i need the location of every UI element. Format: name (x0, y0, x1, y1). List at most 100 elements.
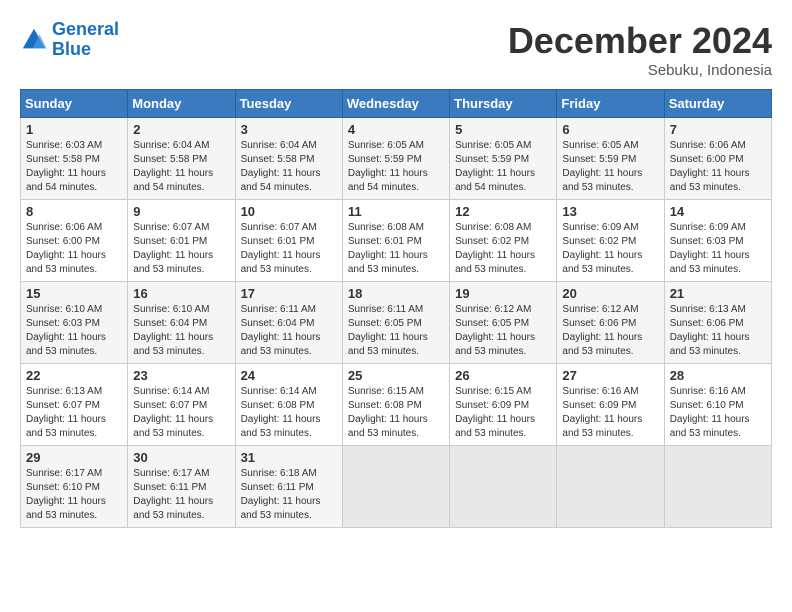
day-content: Sunrise: 6:17 AM Sunset: 6:10 PM Dayligh… (26, 467, 122, 523)
calendar-cell: 7 Sunrise: 6:06 AM Sunset: 6:00 PM Daylig… (664, 118, 771, 200)
day-content: Sunrise: 6:14 AM Sunset: 6:08 PM Dayligh… (241, 385, 337, 441)
day-content: Sunrise: 6:16 AM Sunset: 6:09 PM Dayligh… (562, 385, 658, 441)
calendar-cell (342, 446, 449, 528)
header-tuesday: Tuesday (235, 90, 342, 118)
day-number: 4 (348, 122, 444, 137)
calendar-cell: 16Sunrise: 6:10 AM Sunset: 6:04 PM Dayli… (128, 282, 235, 364)
calendar-cell (450, 446, 557, 528)
calendar-cell: 6 Sunrise: 6:05 AM Sunset: 5:59 PM Daylig… (557, 118, 664, 200)
calendar-cell: 26 Sunrise: 6:15 AM Sunset: 6:09 PM Dayli… (450, 364, 557, 446)
day-number: 2 (133, 122, 229, 137)
day-content: Sunrise: 6:12 AM Sunset: 6:05 PM Dayligh… (455, 303, 551, 359)
day-number: 25 (348, 368, 444, 383)
day-number: 5 (455, 122, 551, 137)
calendar-cell: 10 Sunrise: 6:07 AM Sunset: 6:01 PM Dayli… (235, 200, 342, 282)
calendar-cell: 21 Sunrise: 6:13 AM Sunset: 6:06 PM Dayli… (664, 282, 771, 364)
day-content: Sunrise: 6:05 AM Sunset: 5:59 PM Dayligh… (348, 139, 444, 195)
calendar-cell: 13 Sunrise: 6:09 AM Sunset: 6:02 PM Dayli… (557, 200, 664, 282)
calendar-cell: 29 Sunrise: 6:17 AM Sunset: 6:10 PM Dayli… (21, 446, 128, 528)
day-content: Sunrise: 6:11 AM Sunset: 6:04 PM Dayligh… (241, 303, 337, 359)
day-content: Sunrise: 6:07 AM Sunset: 6:01 PM Dayligh… (241, 221, 337, 277)
day-content: Sunrise: 6:07 AM Sunset: 6:01 PM Dayligh… (133, 221, 229, 277)
day-content: Sunrise: 6:05 AM Sunset: 5:59 PM Dayligh… (562, 139, 658, 195)
calendar-cell: 31Sunrise: 6:18 AM Sunset: 6:11 PM Dayli… (235, 446, 342, 528)
calendar-cell: 12 Sunrise: 6:08 AM Sunset: 6:02 PM Dayli… (450, 200, 557, 282)
day-content: Sunrise: 6:05 AM Sunset: 5:59 PM Dayligh… (455, 139, 551, 195)
day-content: Sunrise: 6:08 AM Sunset: 6:01 PM Dayligh… (348, 221, 444, 277)
day-content: Sunrise: 6:06 AM Sunset: 6:00 PM Dayligh… (26, 221, 122, 277)
calendar-cell (664, 446, 771, 528)
logo-text: General Blue (52, 20, 119, 60)
day-number: 16 (133, 286, 229, 301)
day-number: 9 (133, 204, 229, 219)
day-number: 10 (241, 204, 337, 219)
day-content: Sunrise: 6:15 AM Sunset: 6:08 PM Dayligh… (348, 385, 444, 441)
calendar-cell: 5 Sunrise: 6:05 AM Sunset: 5:59 PM Daylig… (450, 118, 557, 200)
day-content: Sunrise: 6:04 AM Sunset: 5:58 PM Dayligh… (241, 139, 337, 195)
day-number: 15 (26, 286, 122, 301)
calendar-cell: 23Sunrise: 6:14 AM Sunset: 6:07 PM Dayli… (128, 364, 235, 446)
day-content: Sunrise: 6:08 AM Sunset: 6:02 PM Dayligh… (455, 221, 551, 277)
day-number: 31 (241, 450, 337, 465)
calendar-week-1: 1Sunrise: 6:03 AM Sunset: 5:58 PM Daylig… (21, 118, 772, 200)
day-content: Sunrise: 6:17 AM Sunset: 6:11 PM Dayligh… (133, 467, 229, 523)
calendar-cell: 8Sunrise: 6:06 AM Sunset: 6:00 PM Daylig… (21, 200, 128, 282)
day-number: 21 (670, 286, 766, 301)
day-number: 18 (348, 286, 444, 301)
day-number: 11 (348, 204, 444, 219)
day-content: Sunrise: 6:12 AM Sunset: 6:06 PM Dayligh… (562, 303, 658, 359)
day-number: 28 (670, 368, 766, 383)
calendar-cell: 19 Sunrise: 6:12 AM Sunset: 6:05 PM Dayli… (450, 282, 557, 364)
calendar-cell: 11 Sunrise: 6:08 AM Sunset: 6:01 PM Dayli… (342, 200, 449, 282)
day-number: 30 (133, 450, 229, 465)
day-content: Sunrise: 6:11 AM Sunset: 6:05 PM Dayligh… (348, 303, 444, 359)
day-number: 24 (241, 368, 337, 383)
day-number: 6 (562, 122, 658, 137)
day-number: 29 (26, 450, 122, 465)
calendar-table: SundayMondayTuesdayWednesdayThursdayFrid… (20, 89, 772, 528)
calendar-week-4: 22Sunrise: 6:13 AM Sunset: 6:07 PM Dayli… (21, 364, 772, 446)
day-number: 26 (455, 368, 551, 383)
day-content: Sunrise: 6:04 AM Sunset: 5:58 PM Dayligh… (133, 139, 229, 195)
calendar-cell: 27 Sunrise: 6:16 AM Sunset: 6:09 PM Dayli… (557, 364, 664, 446)
day-content: Sunrise: 6:15 AM Sunset: 6:09 PM Dayligh… (455, 385, 551, 441)
day-number: 27 (562, 368, 658, 383)
day-number: 12 (455, 204, 551, 219)
day-number: 13 (562, 204, 658, 219)
header-saturday: Saturday (664, 90, 771, 118)
day-number: 7 (670, 122, 766, 137)
day-number: 1 (26, 122, 122, 137)
header-sunday: Sunday (21, 90, 128, 118)
calendar-week-2: 8Sunrise: 6:06 AM Sunset: 6:00 PM Daylig… (21, 200, 772, 282)
day-number: 17 (241, 286, 337, 301)
logo: General Blue (20, 20, 119, 60)
day-content: Sunrise: 6:16 AM Sunset: 6:10 PM Dayligh… (670, 385, 766, 441)
day-content: Sunrise: 6:09 AM Sunset: 6:02 PM Dayligh… (562, 221, 658, 277)
calendar-cell: 14Sunrise: 6:09 AM Sunset: 6:03 PM Dayli… (664, 200, 771, 282)
calendar-cell: 24 Sunrise: 6:14 AM Sunset: 6:08 PM Dayli… (235, 364, 342, 446)
calendar-cell: 25 Sunrise: 6:15 AM Sunset: 6:08 PM Dayli… (342, 364, 449, 446)
title-block: December 2024 Sebuku, Indonesia (508, 20, 772, 79)
header-monday: Monday (128, 90, 235, 118)
calendar-cell: 30 Sunrise: 6:17 AM Sunset: 6:11 PM Dayli… (128, 446, 235, 528)
day-number: 20 (562, 286, 658, 301)
day-number: 19 (455, 286, 551, 301)
day-content: Sunrise: 6:13 AM Sunset: 6:06 PM Dayligh… (670, 303, 766, 359)
calendar-cell: 1Sunrise: 6:03 AM Sunset: 5:58 PM Daylig… (21, 118, 128, 200)
calendar-cell: 22Sunrise: 6:13 AM Sunset: 6:07 PM Dayli… (21, 364, 128, 446)
header-friday: Friday (557, 90, 664, 118)
day-number: 22 (26, 368, 122, 383)
calendar-cell: 18 Sunrise: 6:11 AM Sunset: 6:05 PM Dayli… (342, 282, 449, 364)
calendar-cell: 17 Sunrise: 6:11 AM Sunset: 6:04 PM Dayli… (235, 282, 342, 364)
calendar-cell: 2 Sunrise: 6:04 AM Sunset: 5:58 PM Daylig… (128, 118, 235, 200)
calendar-cell: 4 Sunrise: 6:05 AM Sunset: 5:59 PM Daylig… (342, 118, 449, 200)
day-content: Sunrise: 6:06 AM Sunset: 6:00 PM Dayligh… (670, 139, 766, 195)
page-header: General Blue December 2024 Sebuku, Indon… (20, 20, 772, 79)
logo-icon (20, 26, 48, 54)
day-number: 23 (133, 368, 229, 383)
header-wednesday: Wednesday (342, 90, 449, 118)
header-thursday: Thursday (450, 90, 557, 118)
calendar-cell (557, 446, 664, 528)
calendar-week-3: 15Sunrise: 6:10 AM Sunset: 6:03 PM Dayli… (21, 282, 772, 364)
calendar-week-5: 29 Sunrise: 6:17 AM Sunset: 6:10 PM Dayli… (21, 446, 772, 528)
